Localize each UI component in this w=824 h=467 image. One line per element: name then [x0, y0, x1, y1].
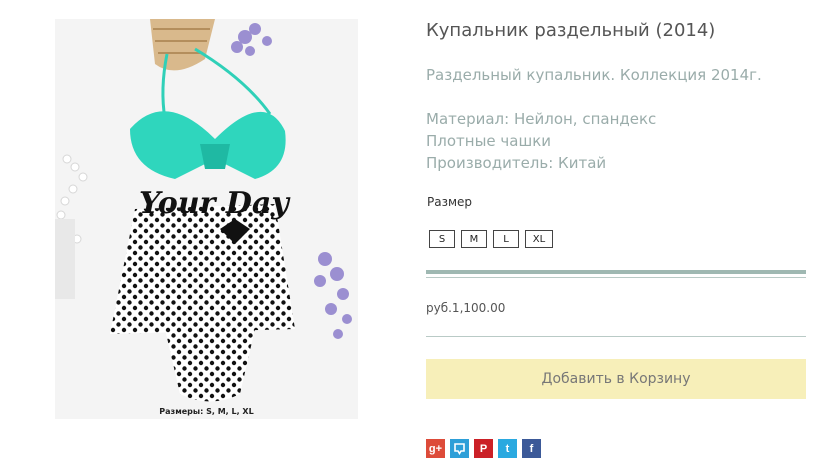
- pinterest-icon[interactable]: P: [474, 439, 493, 458]
- share-buttons: g+ P t f: [426, 439, 541, 458]
- google-plus-glyph: g+: [428, 442, 443, 455]
- add-to-cart-button[interactable]: Добавить в Корзину: [426, 359, 806, 399]
- image-caption: Размеры: S, M, L, XL: [159, 407, 254, 416]
- product-title: Купальник раздельный (2014): [426, 20, 716, 41]
- image-script-text: Your Day: [139, 186, 291, 221]
- moikrug-icon[interactable]: [450, 439, 469, 458]
- description-line: Раздельный купальник. Коллекция 2014г.: [426, 66, 762, 84]
- moikrug-glyph: [454, 443, 465, 455]
- swimsuit-illustration: Your Day: [55, 19, 358, 419]
- divider: [426, 270, 806, 274]
- product-price: руб.1,100.00: [426, 301, 506, 315]
- size-option-l[interactable]: L: [493, 230, 519, 248]
- description-line: Производитель: Китай: [426, 154, 607, 172]
- pinterest-glyph: P: [479, 442, 488, 455]
- description-line: Материал: Нейлон, спандекс: [426, 110, 657, 128]
- facebook-glyph: f: [529, 442, 534, 455]
- product-description: Раздельный купальник. Коллекция 2014г. М…: [426, 64, 816, 174]
- size-option-m[interactable]: M: [461, 230, 487, 248]
- twitter-glyph: t: [505, 442, 510, 455]
- product-image[interactable]: Your Day Размеры: S, M, L, XL: [55, 19, 358, 419]
- description-line: Плотные чашки: [426, 132, 552, 150]
- twitter-icon[interactable]: t: [498, 439, 517, 458]
- size-option-s[interactable]: S: [429, 230, 455, 248]
- google-plus-icon[interactable]: g+: [426, 439, 445, 458]
- facebook-icon[interactable]: f: [522, 439, 541, 458]
- divider: [426, 336, 806, 337]
- size-options: S M L XL: [429, 230, 553, 248]
- divider: [426, 277, 806, 278]
- size-label: Размер: [427, 195, 473, 209]
- size-option-xl[interactable]: XL: [525, 230, 553, 248]
